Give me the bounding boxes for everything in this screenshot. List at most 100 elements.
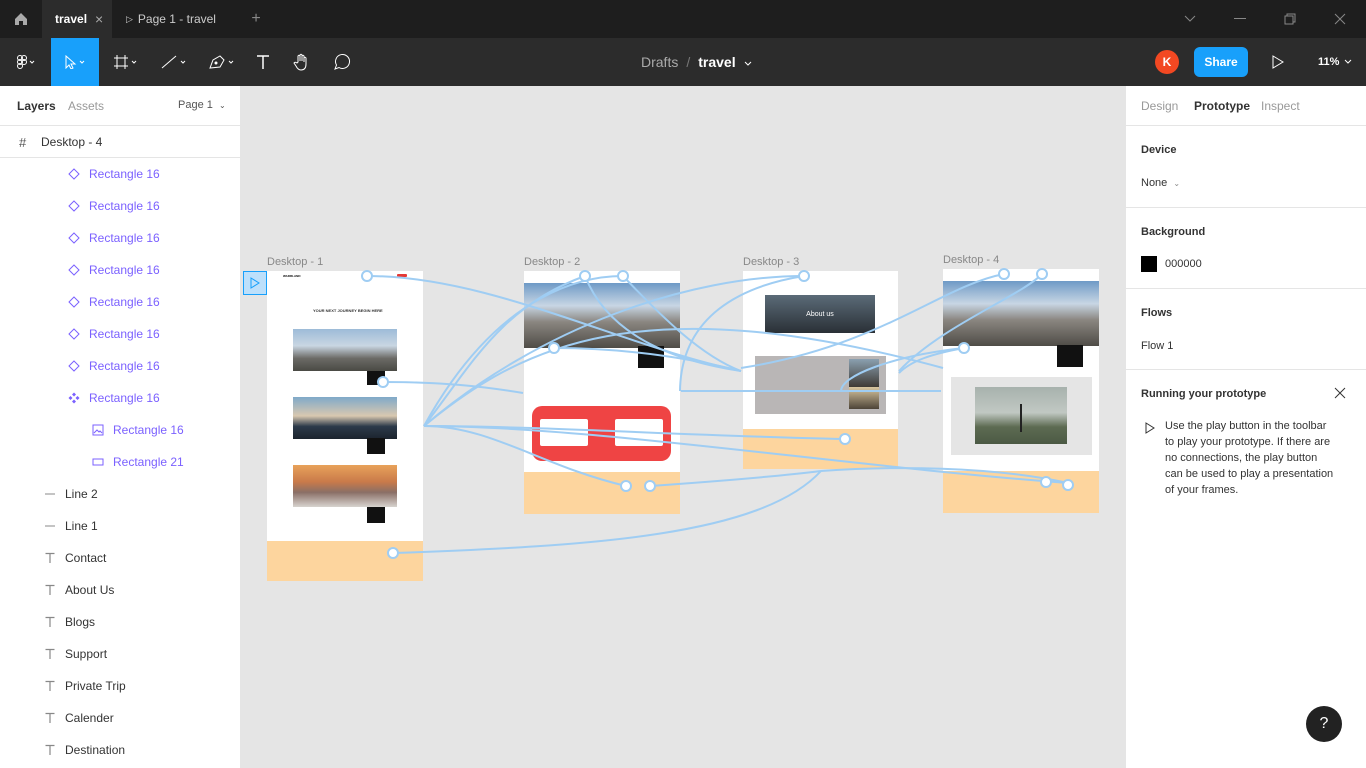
layer-row[interactable]: Line 1 — [0, 510, 240, 542]
canvas[interactable]: Desktop - 1 Desktop - 2 Desktop - 3 Desk… — [241, 86, 1125, 768]
file-name[interactable]: travel — [698, 54, 735, 70]
play-icon: ▷ — [126, 13, 133, 24]
connection-node — [1036, 268, 1048, 280]
chevron-down-icon[interactable] — [1178, 0, 1202, 38]
layer-label: Line 1 — [65, 519, 98, 533]
breadcrumb-separator: / — [686, 54, 691, 70]
share-button[interactable]: Share — [1194, 47, 1248, 77]
text-icon — [43, 583, 57, 597]
layer-row[interactable]: Calender — [0, 702, 240, 734]
layer-row[interactable]: About Us — [0, 574, 240, 606]
right-panel-tabs: Design Prototype Inspect — [1126, 86, 1366, 126]
layer-row[interactable]: Blogs — [0, 606, 240, 638]
connection-node — [958, 342, 970, 354]
layer-row[interactable]: Line 2 — [0, 478, 240, 510]
connection-node — [361, 270, 373, 282]
breadcrumb-drafts[interactable]: Drafts — [641, 54, 678, 70]
chevron-down-icon — [1344, 56, 1352, 68]
layer-row[interactable]: Contact — [0, 542, 240, 574]
hand-tool-icon[interactable] — [288, 38, 316, 86]
diamond-icon — [67, 327, 81, 341]
close-icon[interactable]: × — [95, 11, 103, 27]
layer-label: Rectangle 21 — [113, 455, 184, 469]
layer-row[interactable]: Support — [0, 638, 240, 670]
layer-row[interactable]: Rectangle 16 — [0, 254, 240, 286]
restore-icon[interactable] — [1278, 0, 1302, 38]
text-icon — [43, 679, 57, 693]
layer-label: Destination — [65, 743, 126, 757]
line-tool-icon[interactable] — [154, 38, 194, 86]
layer-row[interactable]: Rectangle 16 — [0, 414, 240, 446]
layer-row[interactable]: Rectangle 16 — [0, 222, 240, 254]
layer-row[interactable]: Rectangle 16 — [0, 190, 240, 222]
layer-row[interactable]: Rectangle 16 — [0, 382, 240, 414]
device-section: Device None ⌄ — [1126, 126, 1366, 208]
comment-tool-icon[interactable] — [328, 38, 356, 86]
window-close-icon[interactable] — [1328, 0, 1352, 38]
chevron-down-icon[interactable] — [744, 54, 752, 70]
flows-title: Flows — [1141, 307, 1173, 319]
device-title: Device — [1141, 144, 1177, 156]
frame-name: Desktop - 4 — [41, 135, 103, 149]
running-title: Running your prototype — [1141, 388, 1267, 400]
layer-label: Private Trip — [65, 679, 126, 693]
help-button[interactable]: ? — [1306, 706, 1342, 742]
tab-layers[interactable]: Layers — [17, 99, 56, 113]
layer-row[interactable]: Private Trip — [0, 670, 240, 702]
connection-node — [798, 270, 810, 282]
avatar-letter: K — [1162, 55, 1172, 69]
device-select[interactable]: None ⌄ — [1141, 177, 1180, 189]
diamond-icon — [67, 359, 81, 373]
avatar[interactable]: K — [1155, 50, 1179, 74]
layer-row[interactable]: Rectangle 16 — [0, 158, 240, 190]
layer-label: Rectangle 16 — [89, 167, 160, 181]
layer-label: Rectangle 16 — [89, 359, 160, 373]
device-value: None — [1141, 177, 1168, 189]
layer-row[interactable]: Rectangle 16 — [0, 350, 240, 382]
layer-label: Blogs — [65, 615, 96, 629]
layer-label: Calender — [65, 711, 114, 725]
background-swatch[interactable] — [1141, 256, 1157, 272]
tab-page1-label: Page 1 - travel — [137, 12, 216, 26]
diamond-icon — [67, 295, 81, 309]
rectangle-icon — [91, 455, 105, 469]
text-tool-icon[interactable] — [250, 38, 276, 86]
connection-node — [620, 480, 632, 492]
layer-label: Rectangle 16 — [89, 391, 160, 405]
close-icon[interactable] — [1334, 386, 1346, 404]
tab-design[interactable]: Design — [1141, 99, 1178, 113]
home-icon[interactable] — [0, 0, 42, 38]
text-icon — [43, 743, 57, 757]
layer-row[interactable]: Destination — [0, 734, 240, 766]
layer-label: Rectangle 16 — [89, 263, 160, 277]
play-icon — [1145, 421, 1155, 439]
connection-node — [998, 268, 1010, 280]
tab-page1[interactable]: ▷ Page 1 - travel — [112, 0, 242, 38]
figma-menu-icon[interactable] — [6, 38, 44, 86]
new-tab-icon[interactable]: + — [246, 0, 266, 38]
connection-node — [644, 480, 656, 492]
layer-row[interactable]: Rectangle 21 — [0, 446, 240, 478]
breadcrumb: Drafts / travel — [641, 38, 752, 86]
layer-row[interactable]: Rectangle 16 — [0, 318, 240, 350]
present-play-icon[interactable] — [1266, 38, 1290, 86]
frame-row[interactable]: # Desktop - 4 — [0, 126, 240, 158]
background-section: Background 000000 — [1126, 208, 1366, 289]
frame-tool-icon[interactable] — [106, 38, 146, 86]
tab-travel[interactable]: travel × — [42, 0, 112, 38]
page-select[interactable]: Page 1 ⌄ — [178, 99, 226, 111]
zoom-menu[interactable]: 11% — [1308, 38, 1358, 86]
chevron-down-icon: ⌄ — [218, 101, 226, 110]
layer-label: Rectangle 16 — [89, 231, 160, 245]
tab-travel-label: travel — [55, 12, 88, 26]
layer-row[interactable]: Rectangle 16 — [0, 286, 240, 318]
pen-tool-icon[interactable] — [202, 38, 242, 86]
background-hex[interactable]: 000000 — [1165, 258, 1202, 270]
minimize-icon[interactable] — [1228, 0, 1252, 38]
tab-prototype[interactable]: Prototype — [1194, 99, 1250, 113]
move-tool-icon[interactable] — [51, 38, 99, 86]
background-title: Background — [1141, 226, 1206, 238]
tab-assets[interactable]: Assets — [68, 99, 104, 113]
flow-item[interactable]: Flow 1 — [1141, 340, 1173, 352]
tab-inspect[interactable]: Inspect — [1261, 99, 1300, 113]
